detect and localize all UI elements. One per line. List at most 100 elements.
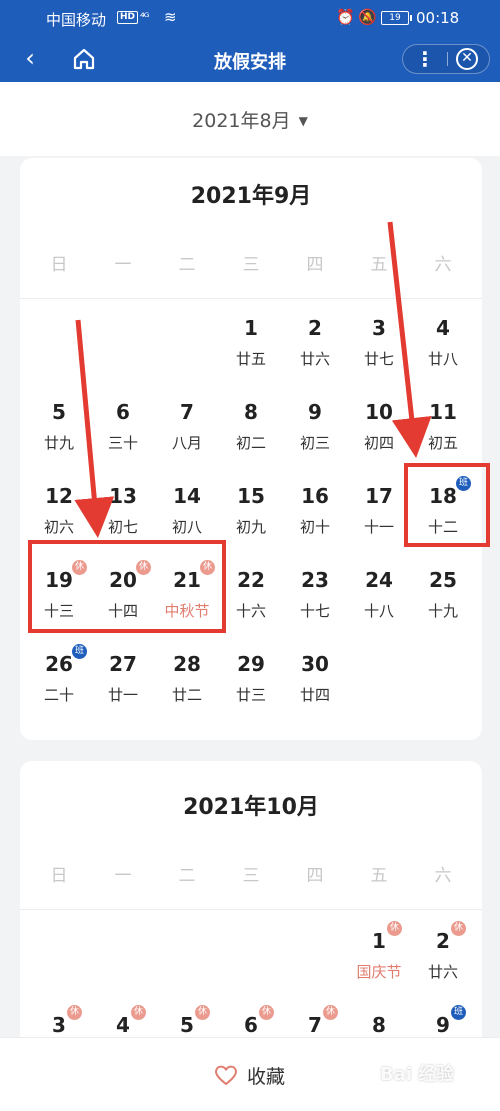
weekday-label: 三 bbox=[242, 255, 260, 275]
lunar-date: 初三 bbox=[299, 434, 330, 452]
calendar-day[interactable]: 28 廿二 bbox=[155, 652, 219, 736]
calendar-day[interactable]: 17 十一 bbox=[347, 484, 411, 568]
calendar-day[interactable]: 25 十九 bbox=[411, 568, 475, 652]
weekday-label: 一 bbox=[114, 255, 132, 275]
workday-badge: 班 bbox=[451, 1005, 466, 1020]
capsule-divider bbox=[447, 52, 448, 66]
rest-badge: 休 bbox=[451, 921, 466, 936]
lunar-date: 廿七 bbox=[363, 350, 394, 368]
lunar-date: 初九 bbox=[235, 518, 266, 536]
calendar-day[interactable]: 22 十六 bbox=[219, 568, 283, 652]
annotation-box-mid-autumn bbox=[28, 540, 226, 633]
day-number: 17 bbox=[365, 484, 393, 508]
weekday-label: 六 bbox=[434, 255, 452, 275]
day-number: 11 bbox=[429, 400, 457, 424]
day-number: 30 bbox=[301, 652, 329, 676]
calendar-day[interactable]: 10 初四 bbox=[347, 400, 411, 484]
calendar-day[interactable]: 23 十七 bbox=[283, 568, 347, 652]
calendar-day[interactable]: 9 初三 bbox=[283, 400, 347, 484]
day-number: 22 bbox=[237, 568, 265, 592]
annotation-box-workday bbox=[404, 463, 490, 547]
day-number: 6 bbox=[244, 1013, 258, 1037]
day-number: 27 bbox=[109, 652, 137, 676]
lunar-date: 初七 bbox=[107, 518, 138, 536]
calendar-day[interactable]: 1 廿五 bbox=[219, 316, 283, 400]
lunar-date: 廿九 bbox=[43, 434, 74, 452]
calendar-day[interactable]: 2 廿六 bbox=[283, 316, 347, 400]
lunar-date: 廿八 bbox=[427, 350, 458, 368]
calendar-day[interactable]: 2 廿六 休 bbox=[411, 921, 475, 1013]
calendar-day[interactable]: 16 初十 bbox=[283, 484, 347, 568]
rest-badge: 休 bbox=[131, 1005, 146, 1020]
month-picker[interactable]: 2021年8月 ▼ bbox=[0, 82, 500, 156]
day-number: 3 bbox=[372, 316, 386, 340]
lunar-date: 十七 bbox=[299, 602, 330, 620]
close-circle-icon[interactable]: ✕ bbox=[456, 48, 478, 70]
festival-label: 国庆节 bbox=[356, 963, 402, 981]
weekday-header: 日 一 二 三 四 五 六 bbox=[20, 250, 482, 280]
rest-badge: 休 bbox=[195, 1005, 210, 1020]
favorite-label: 收藏 bbox=[247, 1065, 286, 1088]
day-number: 8 bbox=[372, 1013, 386, 1037]
baidu-watermark: Bai 经验 bbox=[380, 1064, 455, 1085]
calendar-day[interactable]: 24 十八 bbox=[347, 568, 411, 652]
weekday-header: 日 一 二 三 四 五 六 bbox=[20, 861, 482, 891]
day-number: 7 bbox=[180, 400, 194, 424]
calendar-day[interactable]: 3 廿七 bbox=[347, 316, 411, 400]
day-number: 28 bbox=[173, 652, 201, 676]
more-vertical-icon[interactable]: ⋮ bbox=[403, 45, 447, 73]
day-number: 9 bbox=[436, 1013, 450, 1037]
calendar-day[interactable]: 30 廿四 bbox=[283, 652, 347, 736]
calendar-day[interactable]: 6 三十 bbox=[91, 400, 155, 484]
calendar-day[interactable]: 1 国庆节 休 bbox=[347, 921, 411, 1013]
day-number: 23 bbox=[301, 568, 329, 592]
weekday-label: 一 bbox=[114, 866, 132, 886]
day-number: 29 bbox=[237, 652, 265, 676]
lunar-date: 初五 bbox=[427, 434, 458, 452]
lunar-date: 初六 bbox=[43, 518, 74, 536]
day-number: 6 bbox=[116, 400, 130, 424]
lunar-date: 廿六 bbox=[299, 350, 330, 368]
day-number: 14 bbox=[173, 484, 201, 508]
day-number: 15 bbox=[237, 484, 265, 508]
lunar-date: 廿五 bbox=[235, 350, 266, 368]
calendar-day[interactable]: 29 廿三 bbox=[219, 652, 283, 736]
calendar-day[interactable]: 5 廿九 bbox=[27, 400, 91, 484]
rest-badge: 休 bbox=[387, 921, 402, 936]
calendar-day[interactable]: 4 廿八 bbox=[411, 316, 475, 400]
lunar-date: 初二 bbox=[235, 434, 266, 452]
calendar-day[interactable]: 7 八月 bbox=[155, 400, 219, 484]
favorite-button[interactable]: 收藏 bbox=[213, 1060, 285, 1090]
calendar-day[interactable]: 15 初九 bbox=[219, 484, 283, 568]
lunar-date: 十六 bbox=[235, 602, 266, 620]
lunar-date: 廿六 bbox=[427, 963, 458, 981]
day-number: 24 bbox=[365, 568, 393, 592]
day-number: 5 bbox=[52, 400, 66, 424]
day-number: 7 bbox=[308, 1013, 322, 1037]
heart-outline-icon bbox=[215, 1065, 237, 1086]
rest-badge: 休 bbox=[259, 1005, 274, 1020]
calendar-day[interactable]: 27 廿一 bbox=[91, 652, 155, 736]
lunar-date: 三十 bbox=[107, 434, 138, 452]
weekday-label: 五 bbox=[370, 255, 388, 275]
rest-badge: 休 bbox=[323, 1005, 338, 1020]
lunar-date: 初八 bbox=[171, 518, 202, 536]
lunar-date: 初四 bbox=[363, 434, 394, 452]
alarm-icon: ⏰ bbox=[336, 8, 355, 26]
battery-icon: 19 bbox=[381, 11, 412, 25]
caret-down-icon: ▼ bbox=[298, 114, 308, 128]
weekday-label: 五 bbox=[370, 866, 388, 886]
lunar-date: 十九 bbox=[427, 602, 458, 620]
clock: 00:18 bbox=[416, 9, 460, 27]
day-number: 5 bbox=[180, 1013, 194, 1037]
calendar-day[interactable]: 26 二十班 bbox=[27, 644, 91, 736]
day-number: 2 bbox=[436, 929, 450, 953]
lunar-date: 十八 bbox=[363, 602, 394, 620]
day-number: 8 bbox=[244, 400, 258, 424]
day-number: 3 bbox=[52, 1013, 66, 1037]
wifi-icon: ≋ bbox=[164, 8, 177, 26]
calendar-day[interactable]: 8 初二 bbox=[219, 400, 283, 484]
miniapp-capsule: ⋮ ✕ bbox=[402, 44, 490, 74]
weekday-label: 日 bbox=[50, 866, 68, 886]
day-number: 2 bbox=[308, 316, 322, 340]
